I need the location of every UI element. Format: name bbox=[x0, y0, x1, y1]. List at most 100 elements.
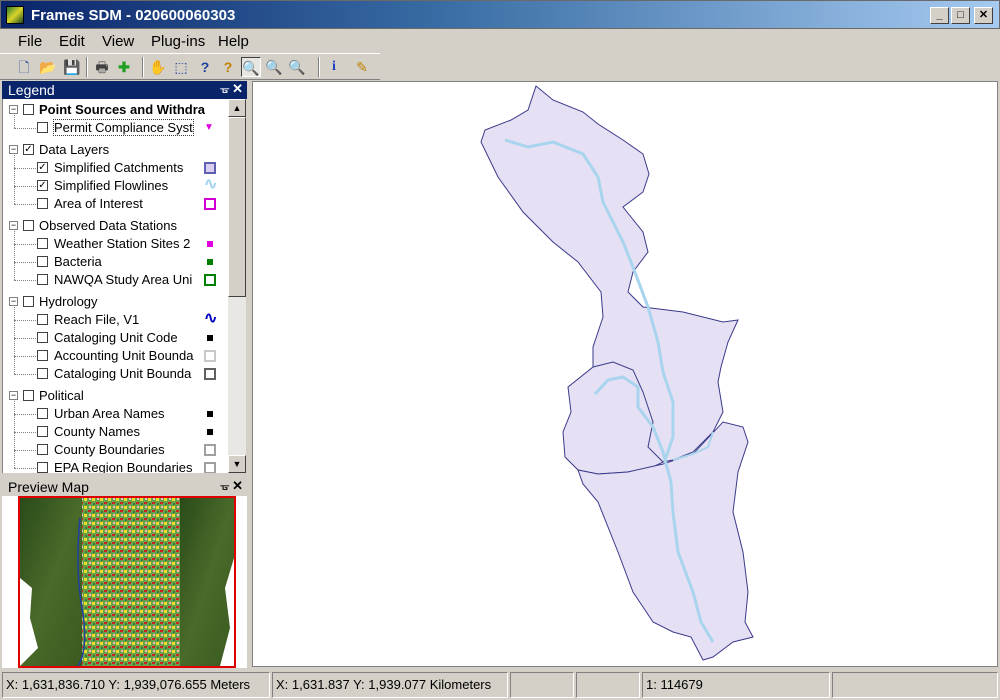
collapse-icon[interactable]: − bbox=[9, 391, 18, 400]
layer-checkbox[interactable] bbox=[37, 426, 48, 437]
group-checkbox[interactable] bbox=[23, 104, 34, 115]
select-icon[interactable]: ⬚ bbox=[171, 57, 191, 77]
layer-checkbox[interactable] bbox=[37, 198, 48, 209]
layer-checkbox[interactable] bbox=[37, 368, 48, 379]
menu-file[interactable]: File bbox=[18, 33, 42, 50]
add-layer-icon[interactable]: ✚ bbox=[114, 57, 134, 77]
legend-close-icon[interactable]: ✕ bbox=[232, 81, 243, 97]
collapse-icon[interactable]: − bbox=[9, 145, 18, 154]
legend-layer[interactable]: County Boundaries bbox=[3, 441, 228, 459]
layer-checkbox[interactable] bbox=[37, 256, 48, 267]
map-canvas[interactable] bbox=[253, 82, 997, 666]
toolbar-separator bbox=[142, 57, 144, 77]
layer-checkbox[interactable] bbox=[37, 408, 48, 419]
layer-checkbox[interactable] bbox=[37, 238, 48, 249]
legend-layer[interactable]: ✓ Simplified Flowlines ∿ bbox=[3, 177, 228, 195]
legend-panel-header: Legend ᚗ ✕ bbox=[2, 81, 247, 99]
edit-icon[interactable]: ✎ bbox=[352, 57, 372, 77]
info-icon[interactable]: i bbox=[324, 57, 344, 77]
collapse-icon[interactable]: − bbox=[9, 105, 18, 114]
layer-checkbox[interactable] bbox=[37, 314, 48, 325]
legend-layer[interactable]: Cataloging Unit Code bbox=[3, 329, 228, 347]
menu-edit[interactable]: Edit bbox=[59, 33, 85, 50]
legend-group[interactable]: − Political bbox=[3, 387, 228, 405]
layer-checkbox[interactable] bbox=[37, 350, 48, 361]
status-panel-empty bbox=[832, 672, 998, 698]
group-checkbox[interactable] bbox=[23, 296, 34, 307]
open-folder-icon[interactable]: 📂 bbox=[38, 57, 58, 77]
legend-group[interactable]: − Point Sources and Withdra bbox=[3, 101, 228, 119]
print-icon[interactable]: 🖶 bbox=[92, 57, 112, 77]
legend-layer[interactable]: NAWQA Study Area Uni bbox=[3, 271, 228, 289]
save-icon[interactable]: 💾 bbox=[62, 57, 82, 77]
preview-close-icon[interactable]: ✕ bbox=[232, 478, 243, 494]
new-document-icon[interactable]: 🗋 bbox=[14, 57, 34, 77]
map-view[interactable] bbox=[252, 81, 998, 667]
zoom-tool-icon[interactable]: 🔍 bbox=[241, 57, 261, 77]
menu-bar: File Edit View Plug-ins Help bbox=[0, 29, 1000, 53]
status-scale: 1: 114679 bbox=[642, 672, 830, 698]
legend-layer[interactable]: Cataloging Unit Bounda bbox=[3, 365, 228, 383]
query-help-icon[interactable]: ? bbox=[195, 57, 215, 77]
legend-layer[interactable]: Permit Compliance Syst ▼ bbox=[3, 119, 228, 137]
layer-checkbox[interactable]: ✓ bbox=[37, 162, 48, 173]
legend-layer-label: EPA Region Boundaries bbox=[54, 460, 193, 473]
legend-group[interactable]: − Observed Data Stations bbox=[3, 217, 228, 235]
layer-symbol-icon bbox=[204, 198, 216, 210]
legend-layer-label: Reach File, V1 bbox=[54, 312, 140, 327]
group-checkbox[interactable] bbox=[23, 390, 34, 401]
legend-layer[interactable]: Weather Station Sites 2 bbox=[3, 235, 228, 253]
scroll-up-icon[interactable]: ▲ bbox=[228, 99, 246, 117]
toolbar: 🗋 📂 💾 🖶 ✚ ✋ ⬚ ? ? 🔍 🔍 🔍 i ✎ bbox=[0, 53, 380, 80]
legend-layer[interactable]: ✓ Simplified Catchments bbox=[3, 159, 228, 177]
tree-connector bbox=[14, 432, 36, 433]
legend-group[interactable]: − ✓ Data Layers bbox=[3, 141, 228, 159]
legend-layer-label: Area of Interest bbox=[54, 196, 143, 211]
legend-layer[interactable]: Urban Area Names bbox=[3, 405, 228, 423]
group-checkbox[interactable]: ✓ bbox=[23, 144, 34, 155]
legend-layer[interactable]: Accounting Unit Bounda bbox=[3, 347, 228, 365]
layer-checkbox[interactable] bbox=[37, 462, 48, 473]
legend-group-label: Hydrology bbox=[39, 294, 98, 309]
tree-connector bbox=[14, 468, 36, 469]
pin-icon[interactable]: ᚗ bbox=[220, 479, 229, 492]
collapse-icon[interactable]: − bbox=[9, 221, 18, 230]
layer-symbol-icon bbox=[207, 259, 213, 265]
minimize-button[interactable]: _ bbox=[930, 7, 949, 24]
identify-help-icon[interactable]: ? bbox=[218, 57, 238, 77]
layer-checkbox[interactable] bbox=[37, 332, 48, 343]
zoom-out-icon[interactable]: 🔍 bbox=[287, 57, 307, 77]
maximize-button[interactable]: □ bbox=[951, 7, 970, 24]
preview-panel-header: Preview Map ᚗ ✕ bbox=[2, 478, 247, 496]
preview-extent-frame[interactable] bbox=[18, 496, 236, 668]
pan-hand-icon[interactable]: ✋ bbox=[148, 57, 168, 77]
scroll-down-icon[interactable]: ▼ bbox=[228, 455, 246, 473]
scroll-thumb[interactable] bbox=[228, 117, 246, 297]
collapse-icon[interactable]: − bbox=[9, 297, 18, 306]
legend-layer[interactable]: EPA Region Boundaries bbox=[3, 459, 228, 473]
layer-checkbox[interactable] bbox=[37, 444, 48, 455]
tree-connector bbox=[14, 320, 36, 321]
legend-group[interactable]: − Hydrology bbox=[3, 293, 228, 311]
preview-map[interactable] bbox=[2, 496, 247, 668]
status-bar: X: 1,631,836.710 Y: 1,939,076.655 Meters… bbox=[0, 670, 1000, 700]
menu-view[interactable]: View bbox=[102, 33, 134, 50]
group-checkbox[interactable] bbox=[23, 220, 34, 231]
layer-checkbox[interactable] bbox=[37, 274, 48, 285]
tree-connector bbox=[14, 204, 36, 205]
legend-scrollbar[interactable]: ▲ ▼ bbox=[228, 99, 246, 473]
legend-layer[interactable]: Area of Interest bbox=[3, 195, 228, 213]
tree-connector bbox=[14, 262, 36, 263]
legend-layer[interactable]: County Names bbox=[3, 423, 228, 441]
legend-layer[interactable]: Reach File, V1 ∿ bbox=[3, 311, 228, 329]
layer-checkbox[interactable] bbox=[37, 122, 48, 133]
close-button[interactable]: ✕ bbox=[974, 7, 993, 24]
layer-symbol-icon bbox=[204, 350, 216, 362]
legend-layer[interactable]: Bacteria bbox=[3, 253, 228, 271]
zoom-in-icon[interactable]: 🔍 bbox=[264, 57, 284, 77]
pin-icon[interactable]: ᚗ bbox=[220, 82, 229, 95]
layer-checkbox[interactable]: ✓ bbox=[37, 180, 48, 191]
menu-help[interactable]: Help bbox=[218, 33, 249, 50]
menu-plugins[interactable]: Plug-ins bbox=[151, 33, 205, 50]
tree-connector bbox=[14, 374, 36, 375]
